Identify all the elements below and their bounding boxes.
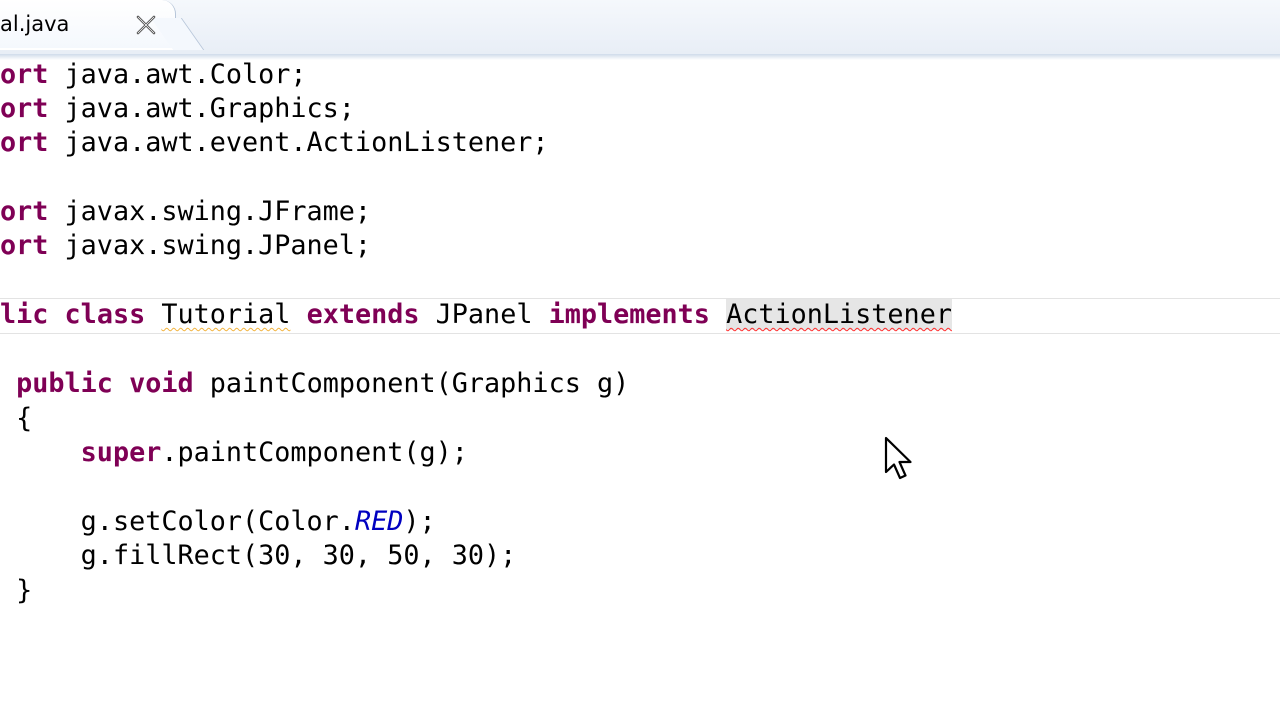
- interface-name-error[interactable]: ActionListener: [726, 299, 952, 330]
- close-icon[interactable]: [133, 12, 159, 38]
- code-text: {: [16, 403, 33, 434]
- tab-title: al.java: [0, 12, 70, 36]
- code-line-class-declaration: lic class Tutorial extends JPanel implem…: [0, 298, 952, 332]
- mouse-cursor-icon: [884, 436, 918, 482]
- code-text: }: [16, 575, 33, 606]
- static-field: RED: [354, 506, 404, 537]
- code-line-super-call: super.paintComponent(g);: [0, 436, 468, 470]
- code-text: .paintComponent(g);: [161, 437, 468, 468]
- code-text: g.setColor(Color.: [80, 506, 355, 537]
- code-text: paintComponent(Graphics g): [193, 368, 630, 399]
- keyword: void: [129, 368, 194, 399]
- keyword: ort: [0, 93, 49, 124]
- code-line-method-signature: public void paintComponent(Graphics g): [0, 367, 629, 401]
- keyword: lic: [0, 299, 49, 330]
- keyword: public: [16, 368, 113, 399]
- code-line-fill-rect: g.fillRect(30, 30, 50, 30);: [0, 539, 517, 573]
- code-line-import-jframe: ort javax.swing.JFrame;: [0, 195, 371, 229]
- code-text-area[interactable]: ort java.awt.Color; ort java.awt.Graphic…: [0, 58, 1280, 720]
- keyword: implements: [548, 299, 710, 330]
- code-line-open-brace: {: [0, 402, 32, 436]
- code-text: java.awt.Graphics;: [48, 93, 355, 124]
- code-text: java.awt.Color;: [48, 59, 307, 90]
- code-text: javax.swing.JFrame;: [48, 196, 372, 227]
- code-editor-window: al.java ort java.awt.Color; ort java.awt…: [0, 0, 1280, 720]
- keyword: ort: [0, 230, 49, 261]
- code-line-import-graphics: ort java.awt.Graphics;: [0, 92, 355, 126]
- code-line-set-color: g.setColor(Color.RED);: [0, 505, 436, 539]
- editor-tab-bar: al.java: [0, 0, 1280, 60]
- code-line-close-brace: }: [0, 574, 32, 608]
- keyword: super: [80, 437, 162, 468]
- superclass-name: JPanel: [435, 299, 533, 330]
- code-line-import-jpanel: ort javax.swing.JPanel;: [0, 229, 371, 263]
- keyword: ort: [0, 196, 49, 227]
- code-text: );: [403, 506, 436, 537]
- code-text: java.awt.event.ActionListener;: [48, 127, 549, 158]
- keyword: ort: [0, 127, 49, 158]
- keyword: extends: [306, 299, 420, 330]
- keyword: class: [64, 299, 146, 330]
- keyword: ort: [0, 59, 49, 90]
- class-name-warning[interactable]: Tutorial: [161, 299, 290, 330]
- code-text: javax.swing.JPanel;: [48, 230, 372, 261]
- code-line-import-actionlistener: ort java.awt.event.ActionListener;: [0, 126, 549, 160]
- code-text: g.fillRect(30, 30, 50, 30);: [80, 540, 517, 571]
- code-line-import-color: ort java.awt.Color;: [0, 58, 307, 92]
